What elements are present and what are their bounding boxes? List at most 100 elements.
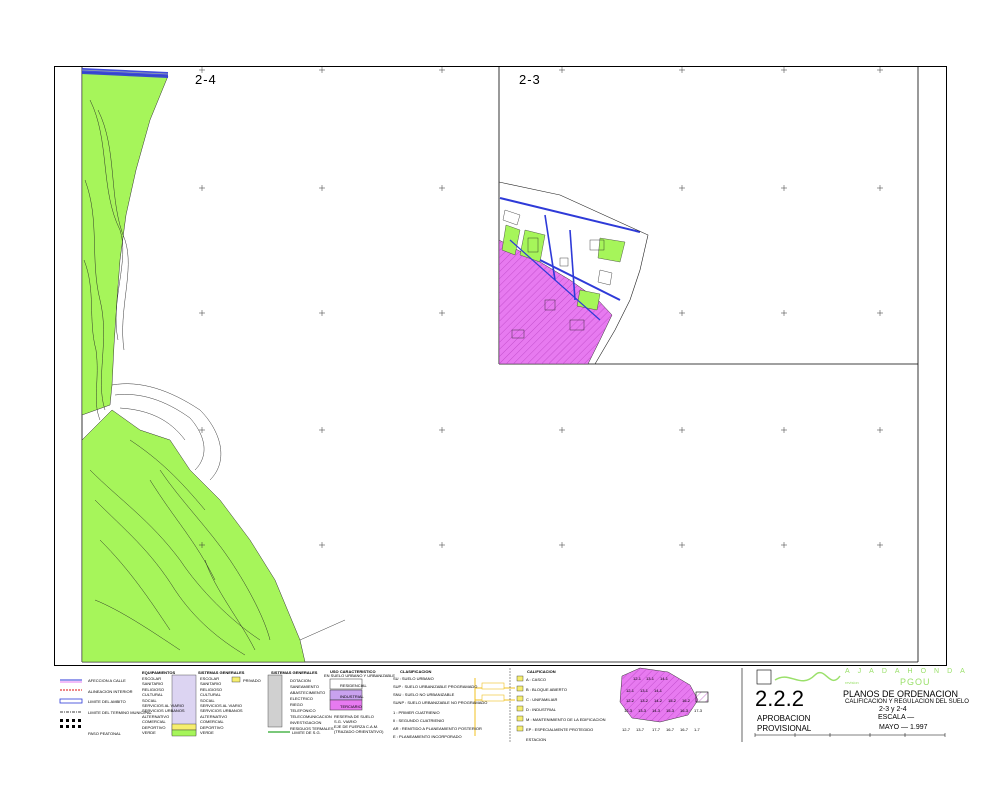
legend-uso-item: RESIDENCIAL <box>340 683 367 688</box>
legend-uso-sub: EN SUELO URBANO Y URBANIZABLE <box>324 673 395 678</box>
plan-scale: ESCALA — <box>878 714 915 721</box>
key-map-label: 17-3 <box>694 708 703 713</box>
legend-calif-item: ESTACION <box>526 737 547 742</box>
legend-equip-item: SERVICIOS URBANOS <box>142 708 185 714</box>
legend-line-type-label: LIMITE DEL AMBITO <box>88 699 126 704</box>
legend-uso-item: TERCIARIO <box>340 704 362 709</box>
approval-line-1: APROBACION <box>757 714 811 723</box>
key-map-label: 14-2 <box>654 698 663 703</box>
legend-calif-item: D : INDUSTRIAL <box>526 707 557 712</box>
key-map-label: 14-1 <box>660 676 669 681</box>
legend-clasif-item-2: E : PLANEAMIENTO INCORPORADO <box>393 734 462 739</box>
key-map-label: 12-3 <box>624 708 633 713</box>
legend-sg-item: ABASTECIMIENTO <box>290 690 326 695</box>
legend-equip-item: SANITARIO <box>142 681 164 687</box>
plan-date: MAYO — 1.997 <box>879 724 928 731</box>
legend-calif-item: B : BLOQUE ABIERTO <box>526 687 567 692</box>
sheet-label-right: 2-3 <box>519 72 541 87</box>
legend-equip-item: RELIGIOSO <box>142 686 165 692</box>
green-zone-bottom <box>81 409 306 663</box>
key-map-label: 14-3 <box>652 708 661 713</box>
legend-clasif-header: CLASIFICACION <box>400 669 432 674</box>
legend-sistemas-item: SERVICIOS AL VIARIO <box>200 703 243 708</box>
legend-sistemas-item: ALTERNATIVO <box>200 713 228 719</box>
legend-sistemas-item: SANITARIO <box>200 681 222 687</box>
key-map-label: 16-3 <box>680 708 689 713</box>
legend-sg-item: RIEGO <box>290 702 303 707</box>
legend-equip-item: VERDE <box>142 730 156 735</box>
legend-line-type-label: AFECCION A CALLE <box>88 678 126 683</box>
plan-number: 2.2.2 <box>755 686 804 711</box>
plan-sheets: 2-3 y 2-4 <box>879 706 907 713</box>
legend-sg-limit: LIMITE DE S.G. <box>292 730 321 735</box>
legend-calif-item: C : UNIFAMILIAR <box>526 697 558 702</box>
legend-equip-item: ALTERNATIVO <box>142 713 170 719</box>
key-map-label: 12-2 <box>626 698 635 703</box>
plan-subtitle: CALIFICACION Y REGULACION DEL SUELO <box>845 699 969 705</box>
legend-privado: PRIVADO <box>243 678 261 683</box>
approval-line-2: PROVISIONAL <box>757 724 812 733</box>
legend-equip-item: COMERCIAL <box>142 719 166 725</box>
legend-clasif-item-2: II : SEGUNDO CUATRIENIO <box>393 718 445 723</box>
key-map-label: 1-7 <box>694 727 700 732</box>
brand-pgou: PGOU <box>900 677 931 687</box>
legend-sistemas-item: SERVICIOS URBANOS <box>200 708 243 714</box>
key-map-label: 15-3 <box>666 708 675 713</box>
legend-clasif-item: SUP : SUELO URBANIZABLE PROGRAMADO <box>393 684 478 689</box>
legend-sg-item: DOTACION <box>290 678 311 683</box>
key-map-label: 13-1 <box>646 676 655 681</box>
legend-line-type-label: PASO PEATONAL <box>88 730 121 736</box>
legend-sistemas-header: SISTEMAS GENERALES <box>198 670 245 675</box>
legend-clasif-item: SNU : SUELO NO URBANIZABLE <box>393 692 455 697</box>
legend-calif-item: A : CASCO <box>526 677 547 682</box>
key-map-label: 13-3 <box>638 708 647 713</box>
legend-sistemas-item: CULTURAL <box>200 692 221 698</box>
key-map-label: 14-1 <box>654 688 663 693</box>
legend-sistemas-item: DEPORTIVO <box>200 724 224 730</box>
brand-name: AJADAHONDA <box>845 668 973 675</box>
legend-calif-item: M : MANTENIMIENTO DE LA EDIFICACION <box>526 717 606 722</box>
road-blue-1 <box>499 197 641 233</box>
legend-equip-item: ESCOLAR <box>142 676 162 681</box>
plan-title: PLANOS DE ORDENACION <box>843 689 959 699</box>
approval-status: APROBACION PROVISIONAL <box>757 714 811 734</box>
key-map-label: 16-7 <box>680 727 689 732</box>
key-map-label: 12-1 <box>626 688 635 693</box>
green-zone-top <box>81 71 169 416</box>
key-map-label: 16-7 <box>666 727 675 732</box>
legend-line-type-label: ALINEACION INTERIOR <box>88 688 133 694</box>
legend-uso-item: INDUSTRIAL <box>340 693 364 699</box>
key-map-label: 16-2 <box>682 698 691 703</box>
key-map-label: 17-7 <box>652 727 661 732</box>
legend-calif-item: EP : ESPECIALMENTE PROTEGIDO <box>526 727 594 732</box>
key-map-label: 13-2 <box>640 698 649 703</box>
legend-sg-item: INVESTIGACION <box>290 720 322 725</box>
legend-sg-header: SISTEMAS GENERALES <box>271 670 318 675</box>
legend-sistemas-item: RELIGIOSO <box>200 686 223 692</box>
legend-equip-item: SERVICIOS AL VIARIO <box>142 703 185 708</box>
key-map-label: 12-1 <box>633 676 642 681</box>
legend-clasif-item: SU : SUELO URBANO <box>393 676 434 681</box>
legend-panel <box>54 665 947 742</box>
legend-clasif-item: SUNP : SUELO URBANIZABLE NO PROGRAMADO <box>393 700 488 705</box>
legend-equip-header: EQUIPAMIENTOS <box>142 670 176 675</box>
sheet-label-left: 2-4 <box>195 72 217 87</box>
legend-sistemas-item: SOCIAL <box>200 697 215 703</box>
legend-calif-header: CALIFICACION <box>527 669 556 674</box>
legend-equip-item: CULTURAL <box>142 692 163 698</box>
development-zone-2-3 <box>498 181 649 365</box>
legend-sistemas-item: ESCOLAR <box>200 676 220 681</box>
legend-sistemas-item: COMERCIAL <box>200 719 224 725</box>
brand-revision: revision <box>845 680 859 685</box>
legend-sg-item: SANEAMIENTO <box>290 684 320 689</box>
legend-equip-item: DEPORTIVO <box>142 724 166 730</box>
key-map-label: 13-1 <box>640 688 649 693</box>
legend-clasif-item-2: AR : REMITIDO A PLANEAMIENTO POSTERIOR <box>393 726 482 731</box>
key-map-label: 13-7 <box>636 727 645 732</box>
legend-sg-item: TELECOMUNICACION <box>290 714 332 719</box>
legend-sg-item: ELECTRICO <box>290 696 313 701</box>
key-map-label: 12-7 <box>622 727 631 732</box>
legend-reserva-item: (TRAZADO ORIENTATIVO) <box>334 729 384 734</box>
legend-equip-item: SOCIAL <box>142 697 157 703</box>
key-map-label: 15-2 <box>668 698 677 703</box>
